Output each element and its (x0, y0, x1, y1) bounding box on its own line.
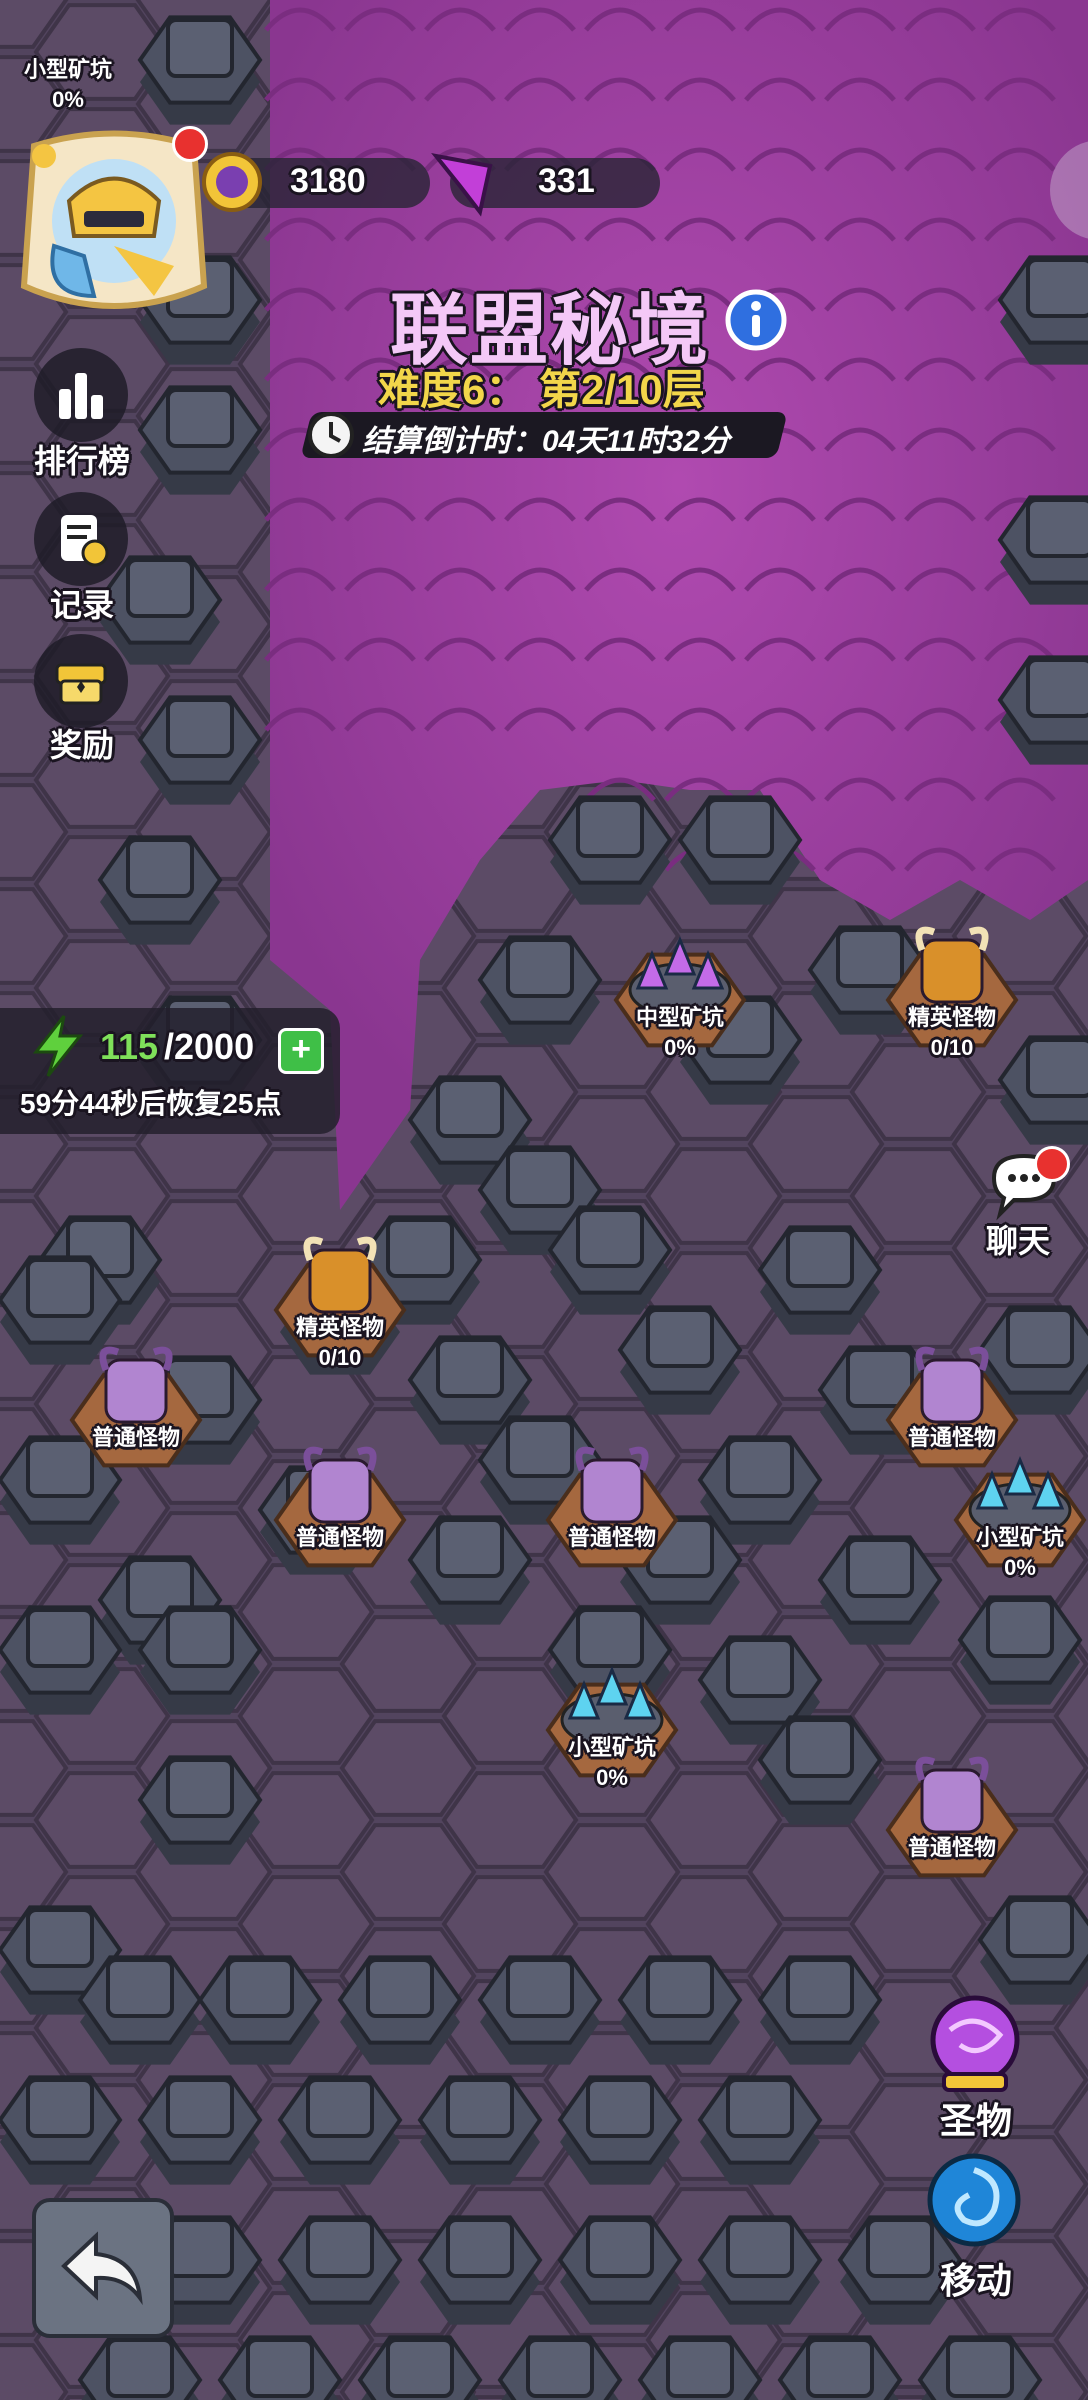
difficulty-text: 难度6： 第2/10层 (378, 366, 705, 413)
normal-icon (915, 1756, 989, 1834)
tile-value: 0% (1004, 1555, 1036, 1580)
elite-icon (915, 926, 989, 1004)
tile-value: 0% (52, 87, 84, 112)
tile-name: 小型矿坑 (567, 1735, 657, 1760)
add-energy-button[interactable]: + (278, 1028, 324, 1074)
records-label: 记录 (49, 587, 114, 623)
tile-value: 0/10 (930, 1035, 974, 1060)
chat-notification-dot (1034, 1146, 1070, 1182)
coins-value: 3180 (290, 162, 366, 200)
normal-icon (575, 1446, 649, 1524)
elite-icon (303, 1236, 377, 1314)
info-icon[interactable] (724, 288, 788, 352)
ranking-label: 排行榜 (33, 443, 130, 479)
rewards-button[interactable] (34, 634, 128, 728)
energy-current: 115 (100, 1026, 159, 1067)
tile-value: 0/10 (318, 1345, 362, 1370)
countdown-text: 结算倒计时：04天11时32分 (362, 425, 730, 458)
chat-label: 聊天 (986, 1223, 1051, 1259)
back-button[interactable] (32, 2198, 174, 2338)
tile-name: 普通怪物 (91, 1425, 181, 1450)
move-label: 移动 (940, 2260, 1013, 2301)
tile-name: 普通怪物 (567, 1525, 657, 1550)
back-arrow-icon (61, 2231, 143, 2306)
relic-button[interactable] (920, 1990, 1030, 2100)
clock-icon (306, 410, 356, 460)
move-button[interactable] (924, 2150, 1024, 2250)
tile-name: 普通怪物 (907, 1835, 997, 1860)
relic-label: 圣物 (940, 2100, 1013, 2141)
normal-icon (303, 1446, 377, 1524)
avatar[interactable] (14, 126, 214, 316)
gems-value: 331 (538, 162, 595, 200)
tile-name: 小型矿坑 (23, 57, 113, 82)
records-icon (61, 515, 109, 567)
energy-recover-text: 59分44秒后恢复25点 (20, 1088, 282, 1119)
tile-name: 普通怪物 (907, 1425, 997, 1450)
portal-icon (927, 2153, 1021, 2247)
tile-name: 中型矿坑 (635, 1005, 725, 1030)
coin-icon (200, 150, 264, 214)
tile-topleft-mine[interactable]: 小型矿坑 0% (0, 0, 140, 112)
tile-name: 小型矿坑 (975, 1525, 1065, 1550)
gem-icon (430, 146, 502, 218)
tile-value: 0% (664, 1035, 696, 1060)
normal-icon (915, 1346, 989, 1424)
ranking-icon (59, 373, 103, 419)
normal-icon (99, 1346, 173, 1424)
lightning-icon (30, 1014, 86, 1078)
tile-name: 精英怪物 (907, 1005, 997, 1030)
tile-name: 精英怪物 (295, 1315, 385, 1340)
energy-max: /2000 (164, 1026, 255, 1067)
rewards-label: 奖励 (49, 727, 114, 763)
rewards-icon (55, 663, 107, 705)
tile-value: 0% (596, 1765, 628, 1790)
tile-name: 普通怪物 (295, 1525, 385, 1550)
ranking-button[interactable] (34, 348, 128, 442)
records-button[interactable] (34, 492, 128, 586)
relic-orb-icon (930, 1995, 1020, 2092)
